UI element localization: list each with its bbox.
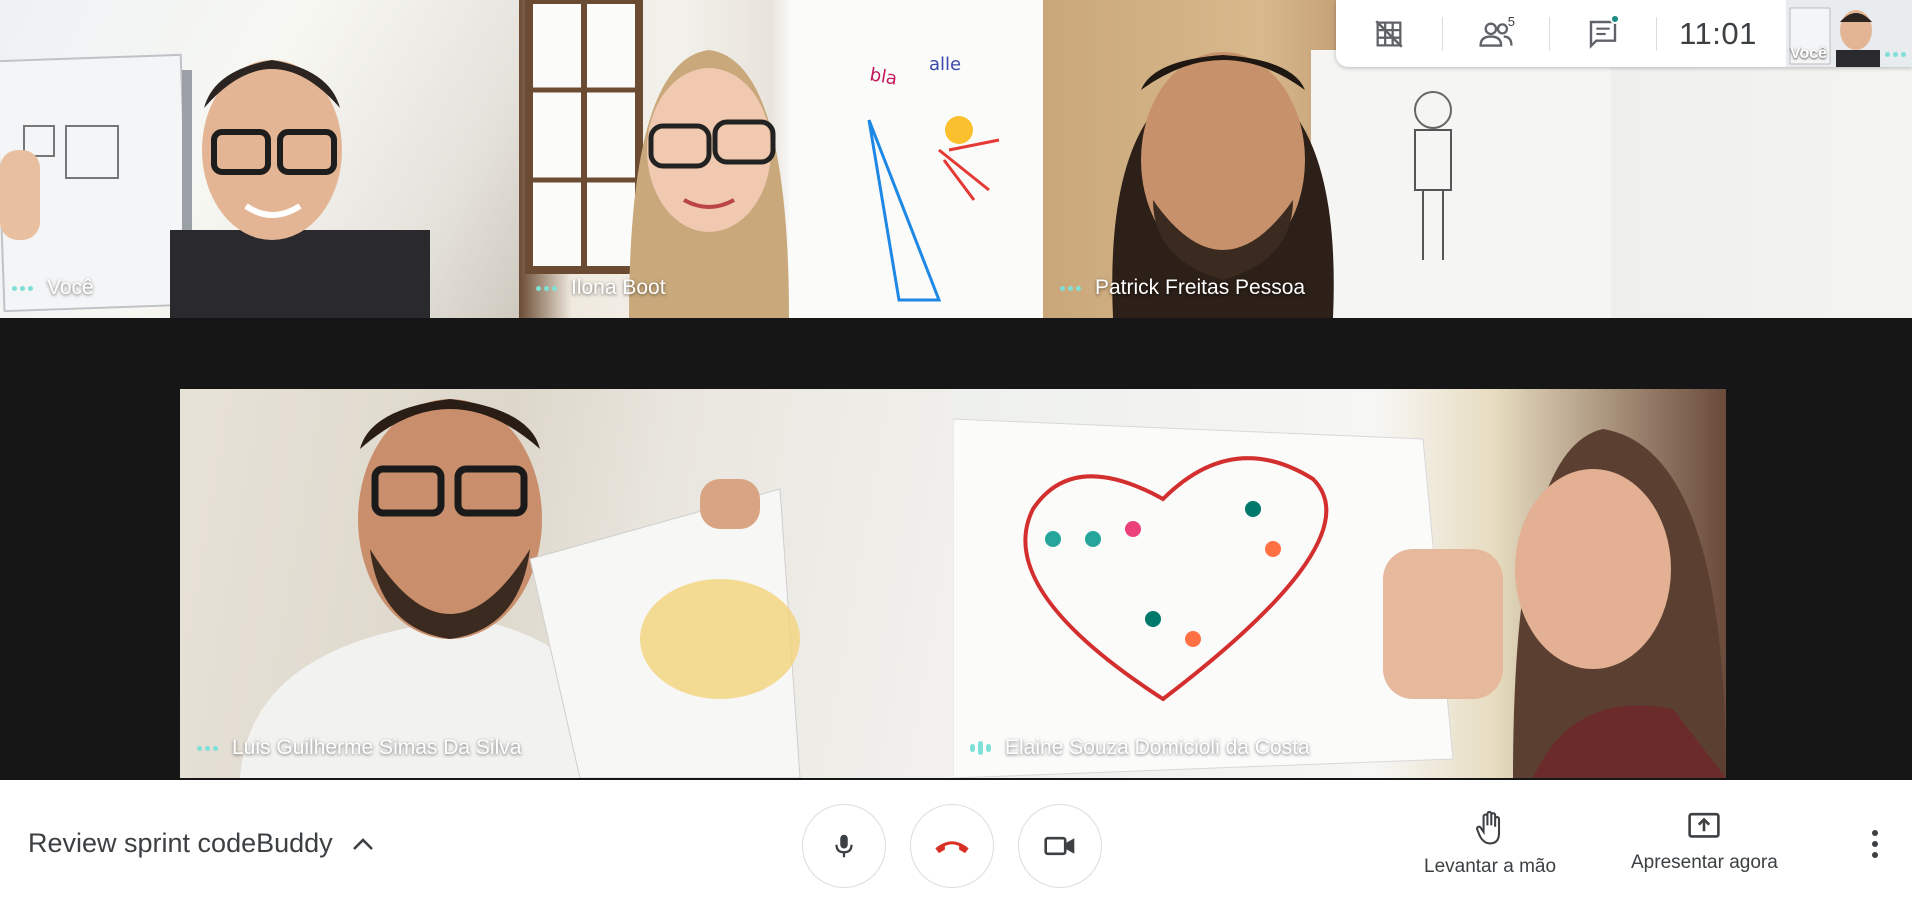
audio-indicator-icon [1885, 52, 1906, 57]
participant-name-tag: Luis Guilherme Simas Da Silva [197, 736, 521, 760]
participant-name: Luis Guilherme Simas Da Silva [232, 736, 522, 759]
participant-tile-luis[interactable]: Luis Guilherme Simas Da Silva [180, 389, 953, 778]
more-vert-icon [1872, 830, 1878, 836]
meeting-info-bar: 5 11:01 Você [1336, 0, 1912, 67]
self-preview-label: Você [1790, 45, 1828, 62]
grid-off-icon [1375, 19, 1403, 48]
participant-name: Patrick Freitas Pessoa [1095, 276, 1306, 299]
hand-icon [1476, 810, 1501, 845]
participant-tile-ilona[interactable]: bla alle Ilona Boot [519, 0, 1043, 318]
video-feed-art [240, 399, 801, 778]
hangup-icon [935, 841, 969, 854]
participant-name: Elaine Souza Domicioli da Costa [1005, 736, 1310, 759]
participant-count: 5 [1507, 14, 1515, 29]
participant-tile-self[interactable]: Você [0, 0, 519, 318]
raise-hand-button[interactable]: Levantar a mão [1424, 810, 1556, 878]
video-feed-art [953, 418, 1726, 778]
present-now-label: Apresentar agora [1631, 852, 1778, 873]
video-feed [0, 0, 519, 318]
audio-indicator-icon [197, 745, 218, 751]
chat-button[interactable] [1550, 0, 1656, 67]
svg-text:alle: alle [929, 54, 961, 75]
self-preview-thumbnail[interactable]: Você [1786, 0, 1912, 67]
unread-dot-icon [1610, 14, 1620, 24]
meeting-title: Review sprint codeBuddy [28, 828, 333, 858]
more-options-button[interactable] [1872, 830, 1878, 858]
participant-tile-elaine[interactable]: Elaine Souza Domicioli da Costa [953, 389, 1726, 778]
raise-hand-label: Levantar a mão [1424, 856, 1557, 877]
mic-button[interactable] [802, 804, 886, 888]
participant-name-tag: Ilona Boot [536, 276, 666, 300]
leave-call-button[interactable] [910, 804, 994, 888]
participant-name: Ilona Boot [571, 276, 666, 299]
camera-button[interactable] [1018, 804, 1102, 888]
speaking-indicator-icon [970, 741, 991, 755]
present-now-button[interactable]: Apresentar agora [1631, 810, 1778, 874]
mic-icon [835, 834, 853, 858]
video-feed-art [0, 53, 430, 318]
layout-toggle-button[interactable] [1336, 0, 1442, 67]
video-grid: Você bla alle Ilona Boot Patrick Freitas… [0, 0, 1912, 780]
video-feed [953, 389, 1726, 778]
video-feed-art: bla alle [525, 0, 1043, 318]
chevron-up-icon [352, 837, 373, 850]
camera-icon [1044, 836, 1075, 856]
participant-name: Você [47, 276, 94, 299]
participants-button[interactable]: 5 [1443, 0, 1549, 67]
bottom-control-bar: Review sprint codeBuddy Levantar a mão A… [0, 780, 1912, 908]
audio-indicator-icon [1060, 285, 1081, 291]
audio-indicator-icon [12, 285, 33, 291]
video-feed [180, 389, 953, 778]
video-feed: bla alle [519, 0, 1043, 318]
clock-time: 11:01 [1679, 15, 1757, 51]
participant-name-tag: Elaine Souza Domicioli da Costa [970, 736, 1310, 760]
present-icon [1688, 812, 1721, 838]
participant-name-tag: Você [12, 276, 94, 300]
meeting-details-toggle[interactable]: Review sprint codeBuddy [28, 828, 375, 859]
participant-name-tag: Patrick Freitas Pessoa [1060, 276, 1305, 300]
audio-indicator-icon [536, 285, 557, 291]
